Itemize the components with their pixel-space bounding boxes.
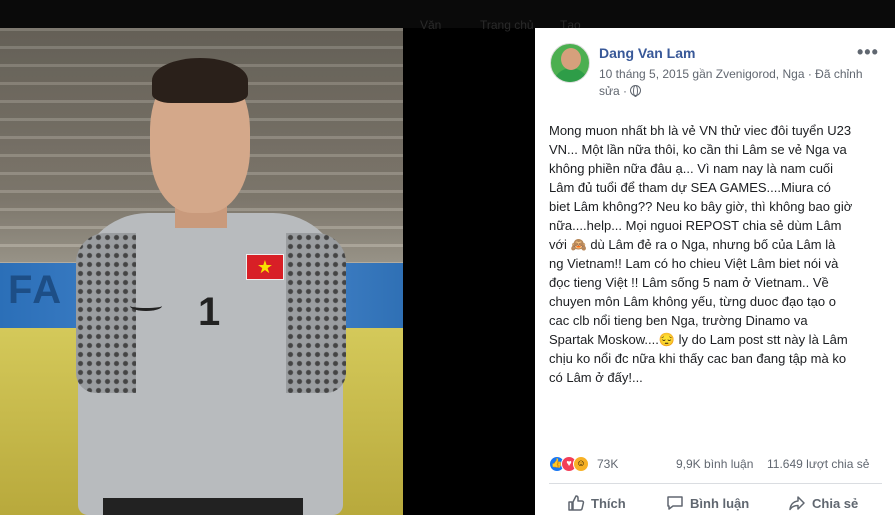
vietnam-flag-icon: ★ — [246, 254, 284, 280]
post-text-line: với 🙈 dù Lâm đẻ ra o Nga, nhưng bố của L… — [549, 237, 836, 252]
comment-icon — [667, 496, 683, 510]
jersey-number: 1 — [198, 290, 221, 334]
nav-item[interactable]: Trang chủ — [480, 18, 534, 32]
like-label: Thích — [591, 496, 626, 511]
globe-icon — [630, 85, 642, 97]
comment-count[interactable]: 9,9K bình luận — [676, 457, 753, 471]
avatar[interactable] — [550, 43, 590, 83]
post-text-line: biet Lâm không?? Neu ko bây giờ, thì khô… — [549, 199, 853, 214]
player-hair — [152, 58, 248, 103]
brand-logo-icon — [130, 301, 162, 311]
post-timestamp-location[interactable]: 10 tháng 5, 2015 gần Zvenigorod, Nga · Đ… — [599, 67, 863, 81]
post-text-line: chuyen môn Lâm không yếu, từng duoc đạo … — [549, 294, 836, 309]
post-text-line: chịu ko nổi đc nữa khi thấy cac ban đang… — [549, 351, 847, 366]
share-label: Chia sẻ — [812, 496, 859, 511]
post-meta: 10 tháng 5, 2015 gần Zvenigorod, Nga · Đ… — [599, 66, 869, 100]
post-text-line: không phiền nữa đâu ạ... Vì nam nay là n… — [549, 161, 834, 176]
divider — [549, 483, 882, 484]
jersey-sleeve-left — [76, 233, 136, 393]
post-text: Mong muon nhất bh là vẻ VN thử viec đôi … — [549, 121, 884, 387]
post-text-line: cac clb nổi tieng ben Nga, trường Dinamo… — [549, 313, 808, 328]
share-count[interactable]: 11.649 lượt chia sẻ — [767, 457, 869, 471]
share-icon — [789, 496, 805, 511]
top-navigation-bar: Văn Trang chủ Tạo — [0, 0, 895, 32]
comment-label: Bình luận — [690, 496, 750, 511]
post-text-line: đọc tieng Việt !! Lâm sống 5 nam ở Vietn… — [549, 275, 829, 290]
post-text-line: VN... Một lần nữa thôi, ko cần thi Lâm s… — [549, 142, 847, 157]
reaction-count: 73K — [597, 457, 619, 471]
post-text-line: ng Vietnam!! Lam có ho chieu Việt Lâm bi… — [549, 256, 839, 271]
post-text-line: nữa....help... Mọi nguoi REPOST chia sẻ … — [549, 218, 842, 233]
avatar-face — [561, 48, 581, 70]
post-text-line: Mong muon nhất bh là vẻ VN thử viec đôi … — [549, 123, 852, 138]
edited-label: sửa · — [599, 84, 628, 98]
haha-icon: ☺ — [573, 456, 589, 472]
player-shorts — [103, 498, 303, 515]
more-options-icon[interactable]: ••• — [857, 42, 879, 63]
jersey-sleeve-right — [286, 233, 346, 393]
thumbs-up-icon — [568, 495, 585, 511]
author-name[interactable]: Dang Van Lam — [599, 45, 695, 61]
post-photo[interactable]: FA ★ 1 — [0, 28, 403, 515]
post-text-line: Lâm đủ tuổi để tham dự SEA GAMES....Miur… — [549, 180, 831, 195]
post-text-line: Spartak Moskow....😔 ly do Lam post stt n… — [549, 332, 848, 347]
post-text-line: có Lâm ở đấy!... — [549, 370, 643, 385]
post-card: Dang Van Lam 10 tháng 5, 2015 gần Zvenig… — [535, 28, 895, 515]
banner-text: FA — [8, 268, 64, 312]
avatar-shirt — [553, 68, 589, 82]
nav-item[interactable]: Văn — [420, 18, 441, 32]
